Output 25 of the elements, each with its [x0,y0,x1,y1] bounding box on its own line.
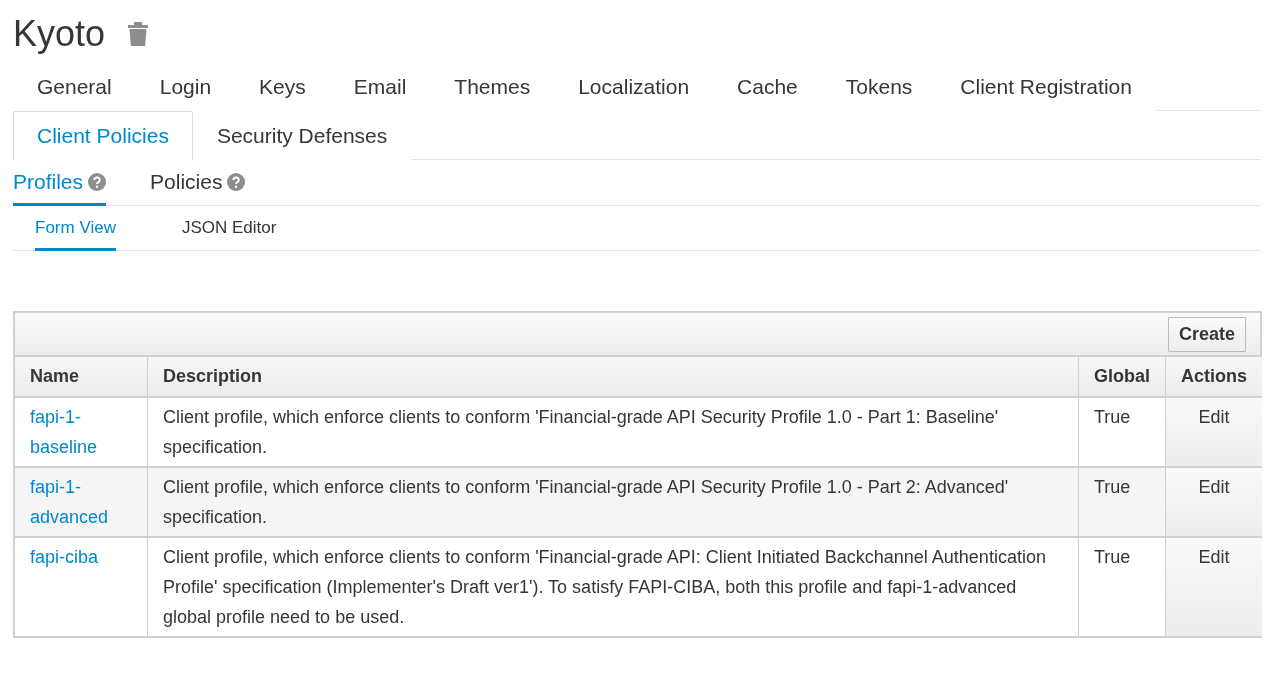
profile-link[interactable]: fapi-1-baseline [30,402,132,462]
edit-button[interactable]: Edit [1198,402,1230,432]
tab[interactable]: Client Policies [13,111,193,160]
global-value: True [1094,547,1131,567]
column-header: Name [15,357,148,398]
create-button[interactable]: Create [1167,317,1246,352]
edit-button[interactable]: Edit [1198,472,1230,502]
edit-button[interactable]: Edit [1198,542,1230,572]
page-title: Kyoto [13,13,106,55]
column-header: Global [1079,357,1166,398]
global-value: True [1094,407,1131,427]
view-tab[interactable]: Form View [35,206,116,251]
description-text: Client profile, which enforce clients to conform 'Financial-grade API Security Profile 1.0 - Part 1: Baseline' specification. [163,407,999,457]
description-text: Client profile, which enforce clients to conform 'Financial-grade API: Client Initiated Backchannel Authentication Profile' specification (Implementer's Draft ver1'). To satisfy FAPI-CIBA, both this profile and fapi-1-advanced global profile need to be used. [163,547,1046,627]
description-text: Client profile, which enforce clients to conform 'Financial-grade API Security Profile 1.0 - Part 2: Advanced' specification. [163,477,1009,527]
trash-icon[interactable] [127,21,150,47]
help-icon [227,173,246,191]
global-value: True [1094,477,1131,497]
view-tab[interactable]: JSON Editor [181,206,277,251]
column-header: Actions [1166,357,1262,398]
subtab[interactable]: Profiles [13,160,107,206]
profile-link[interactable]: fapi-ciba [30,542,132,572]
subtab[interactable]: Policies [150,160,246,206]
column-header: Description [148,357,1079,398]
help-icon [88,173,107,191]
